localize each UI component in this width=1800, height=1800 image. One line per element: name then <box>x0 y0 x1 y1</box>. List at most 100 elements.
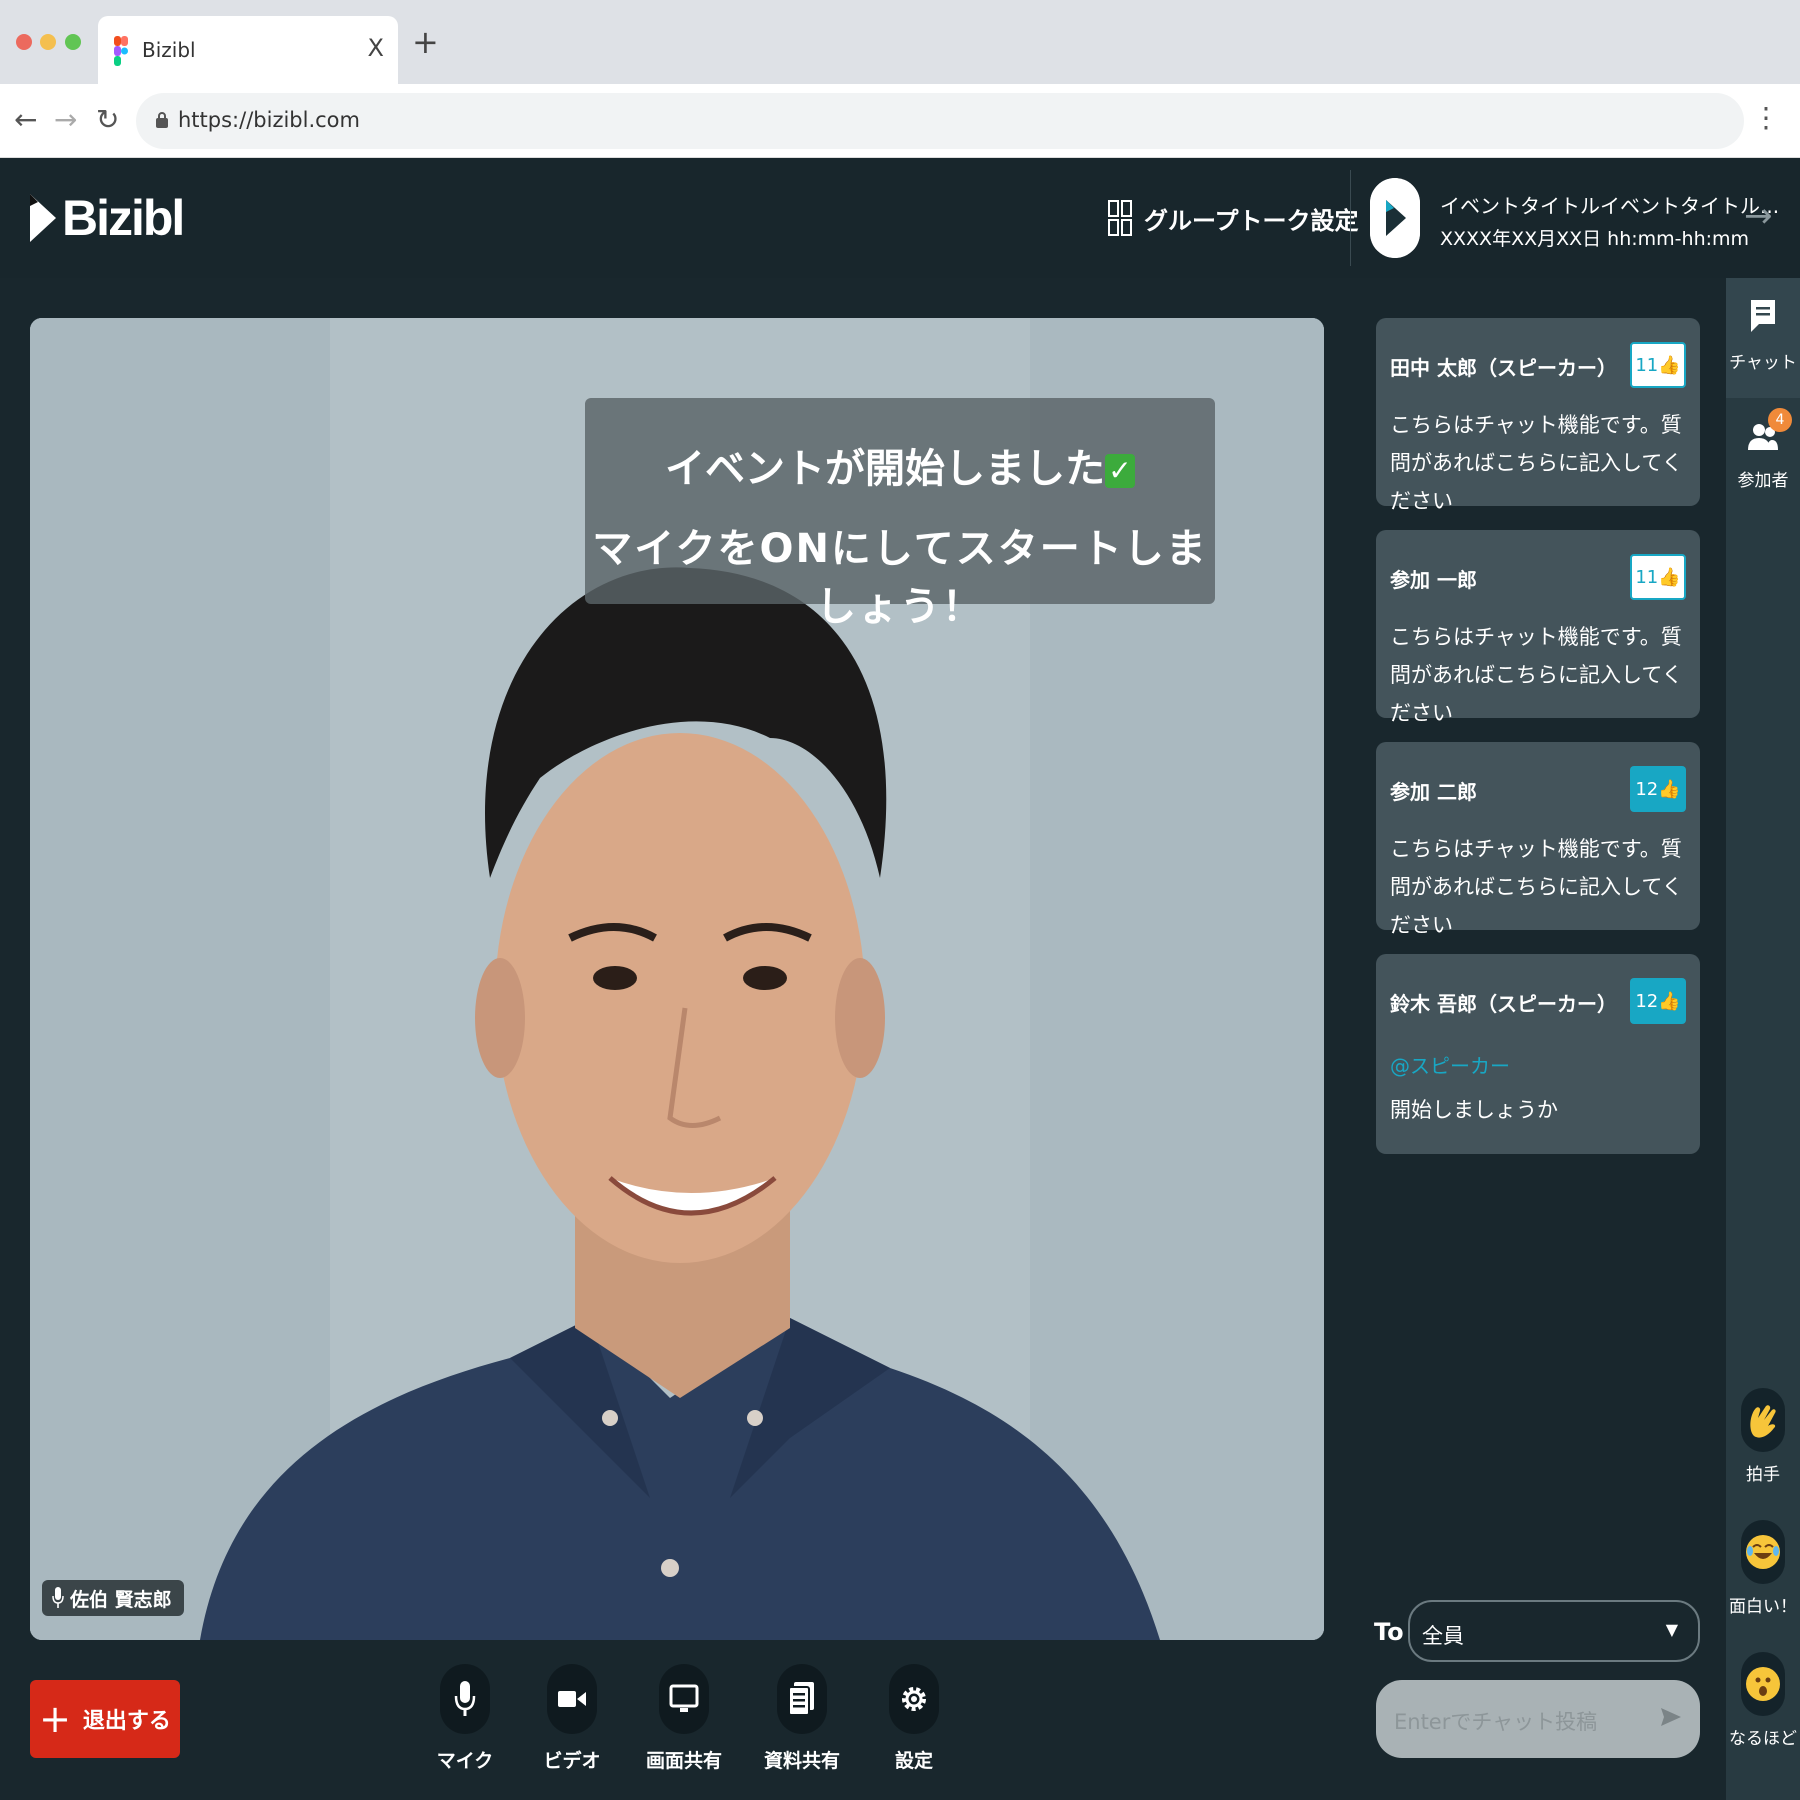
new-tab-button[interactable]: + <box>412 26 439 58</box>
chat-message: 参加 一郎 11 👍 こちらはチャット機能です。質問があればこちらに記入してくださ… <box>1376 530 1700 725</box>
clap-icon <box>1741 1388 1785 1452</box>
window-close-dot[interactable] <box>16 34 32 50</box>
clap-reaction-button[interactable]: 拍手 <box>1726 1388 1800 1485</box>
video-control[interactable]: ビデオ <box>517 1664 627 1784</box>
thumbs-up-icon: 👍 <box>1658 778 1681 800</box>
chat-message: 田中 太郎（スピーカー） 11 👍 こちらはチャット機能です。質問があればこちらに… <box>1376 318 1700 513</box>
like-button[interactable]: 11 👍 <box>1630 342 1686 388</box>
message-author: 参加 一郎 <box>1390 568 1477 592</box>
microphone-icon <box>52 1587 64 1608</box>
url-text: https://bizibl.com <box>178 108 360 132</box>
message-author: 鈴木 吾郎（スピーカー） <box>1390 992 1617 1016</box>
collapse-arrow-icon[interactable]: → <box>1744 196 1773 236</box>
browser-tab[interactable]: Bizibl X <box>98 16 398 84</box>
funny-reaction-button[interactable]: 面白い！ <box>1726 1520 1800 1617</box>
message-text: こちらはチャット機能です。質問があればこちらに記入してください <box>1390 625 1683 725</box>
message-author: 田中 太郎（スピーカー） <box>1390 356 1617 380</box>
chat-message: 鈴木 吾郎（スピーカー） 12 👍 @スピーカー 開始しましょうか <box>1376 954 1700 1154</box>
like-count: 12 <box>1635 778 1659 800</box>
recipient-value: 全員 <box>1422 1624 1464 1648</box>
message-text: こちらはチャット機能です。質問があればこちらに記入してください <box>1390 837 1683 937</box>
lock-icon <box>156 112 168 128</box>
checkmark-icon: ✓ <box>1105 454 1135 488</box>
tab-participants[interactable]: 4 参加者 <box>1726 398 1800 518</box>
leave-button[interactable]: + 退出する <box>30 1680 180 1758</box>
main-video: イベントが開始しました ✓ マイクをONにしてスタートしましょう！ 佐伯 賢志郎 <box>30 318 1324 1640</box>
funny-label: 面白い！ <box>1729 1597 1797 1617</box>
message-text: こちらはチャット機能です。質問があればこちらに記入してください <box>1390 413 1683 513</box>
reload-icon[interactable]: ↻ <box>96 104 119 136</box>
surprised-face-icon <box>1741 1652 1785 1716</box>
event-start-banner: イベントが開始しました ✓ マイクをONにしてスタートしましょう！ <box>585 398 1215 630</box>
leave-label: 退出する <box>82 1709 171 1734</box>
video-camera-icon <box>558 1691 586 1707</box>
grid-icon <box>1108 200 1132 236</box>
mic-button[interactable] <box>440 1664 490 1734</box>
tab-chat[interactable]: チャット <box>1726 278 1800 398</box>
recipient-select[interactable]: 全員 ▼ <box>1408 1600 1700 1662</box>
document-icon <box>788 1682 814 1716</box>
tab-title: Bizibl <box>142 38 196 62</box>
event-logo-icon <box>1370 178 1420 258</box>
header-divider <box>1350 170 1351 266</box>
banner-line-2: マイクをONにしてスタートしましょう！ <box>592 526 1208 630</box>
screen-share-control[interactable]: 画面共有 <box>629 1664 739 1784</box>
url-field[interactable]: https://bizibl.com <box>136 93 1744 149</box>
video-label: ビデオ <box>543 1750 601 1772</box>
figma-icon <box>114 36 128 66</box>
thumbs-up-icon: 👍 <box>1658 990 1681 1012</box>
video-button[interactable] <box>547 1664 597 1734</box>
screen-share-button[interactable] <box>659 1664 709 1734</box>
event-time: XXXX年XX月XX日 hh:mm-hh:mm <box>1440 228 1750 250</box>
like-count: 11 <box>1635 566 1659 588</box>
message-author: 参加 二郎 <box>1390 780 1477 804</box>
doc-share-button[interactable] <box>777 1664 827 1734</box>
chat-message: 参加 二郎 12 👍 こちらはチャット機能です。質問があればこちらに記入してくださ… <box>1376 742 1700 937</box>
like-count: 12 <box>1635 990 1659 1012</box>
group-talk-settings-button[interactable]: グループトーク設定 <box>1108 198 1359 238</box>
doc-share-control[interactable]: 資料共有 <box>747 1664 857 1784</box>
doc-share-label: 資料共有 <box>763 1750 840 1772</box>
plus-icon: + <box>39 1697 71 1741</box>
settings-label: 設定 <box>894 1750 933 1772</box>
tab-participants-label: 参加者 <box>1737 471 1789 491</box>
thumbs-up-icon: 👍 <box>1658 354 1681 376</box>
clap-label: 拍手 <box>1746 1465 1780 1485</box>
mic-label: マイク <box>436 1750 494 1772</box>
logo-play-icon <box>30 194 56 242</box>
screen-share-label: 画面共有 <box>645 1750 722 1772</box>
settings-button[interactable] <box>889 1664 939 1734</box>
banner-line-1-text: イベントが開始しました <box>665 446 1105 492</box>
chat-input-placeholder: Enterでチャット投稿 <box>1394 1710 1598 1734</box>
forward-icon[interactable]: → <box>54 104 77 136</box>
browser-menu-icon[interactable]: ⋮ <box>1752 102 1780 134</box>
settings-control[interactable]: 設定 <box>859 1664 969 1784</box>
speaker-name-tag: 佐伯 賢志郎 <box>42 1580 184 1616</box>
message-text: 開始しましょうか <box>1390 1098 1558 1122</box>
message-mention[interactable]: @スピーカー <box>1390 1050 1510 1079</box>
like-button[interactable]: 12 👍 <box>1630 766 1686 812</box>
send-icon[interactable] <box>1660 1706 1682 1728</box>
chat-input[interactable]: Enterでチャット投稿 <box>1376 1680 1700 1758</box>
browser-address-bar: ← → ↻ https://bizibl.com ⋮ <box>0 84 1800 158</box>
window-minimize-dot[interactable] <box>40 34 56 50</box>
mic-control[interactable]: マイク <box>410 1664 520 1784</box>
gear-icon <box>902 1687 926 1711</box>
caret-down-icon: ▼ <box>1665 1620 1678 1639</box>
tab-chat-label: チャット <box>1729 353 1797 373</box>
chat-bubble-icon <box>1751 300 1775 332</box>
window-zoom-dot[interactable] <box>65 34 81 50</box>
naruhodo-reaction-button[interactable]: なるほど <box>1726 1652 1800 1749</box>
browser-tab-bar: Bizibl X + <box>0 0 1800 84</box>
group-talk-label: グループトーク設定 <box>1144 206 1359 235</box>
tab-close-icon[interactable]: X <box>368 34 384 62</box>
like-count: 11 <box>1635 354 1659 376</box>
monitor-icon <box>669 1684 699 1712</box>
back-icon[interactable]: ← <box>14 104 37 136</box>
like-button[interactable]: 12 👍 <box>1630 978 1686 1024</box>
laughing-face-icon <box>1741 1520 1785 1584</box>
like-button[interactable]: 11 👍 <box>1630 554 1686 600</box>
participants-count-badge: 4 <box>1768 408 1792 432</box>
event-title: イベントタイトルイベントタイトル... <box>1440 194 1780 218</box>
thumbs-up-icon: 👍 <box>1658 566 1681 588</box>
